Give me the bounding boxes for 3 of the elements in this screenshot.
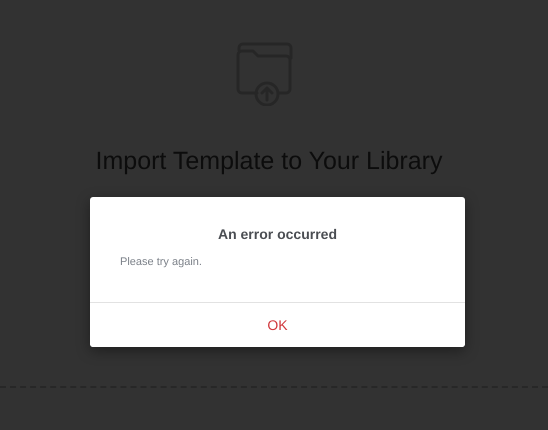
dialog-message: Please try again. [120, 256, 203, 268]
dialog-title: An error occurred [216, 226, 338, 242]
ok-button[interactable]: OK [90, 303, 465, 347]
